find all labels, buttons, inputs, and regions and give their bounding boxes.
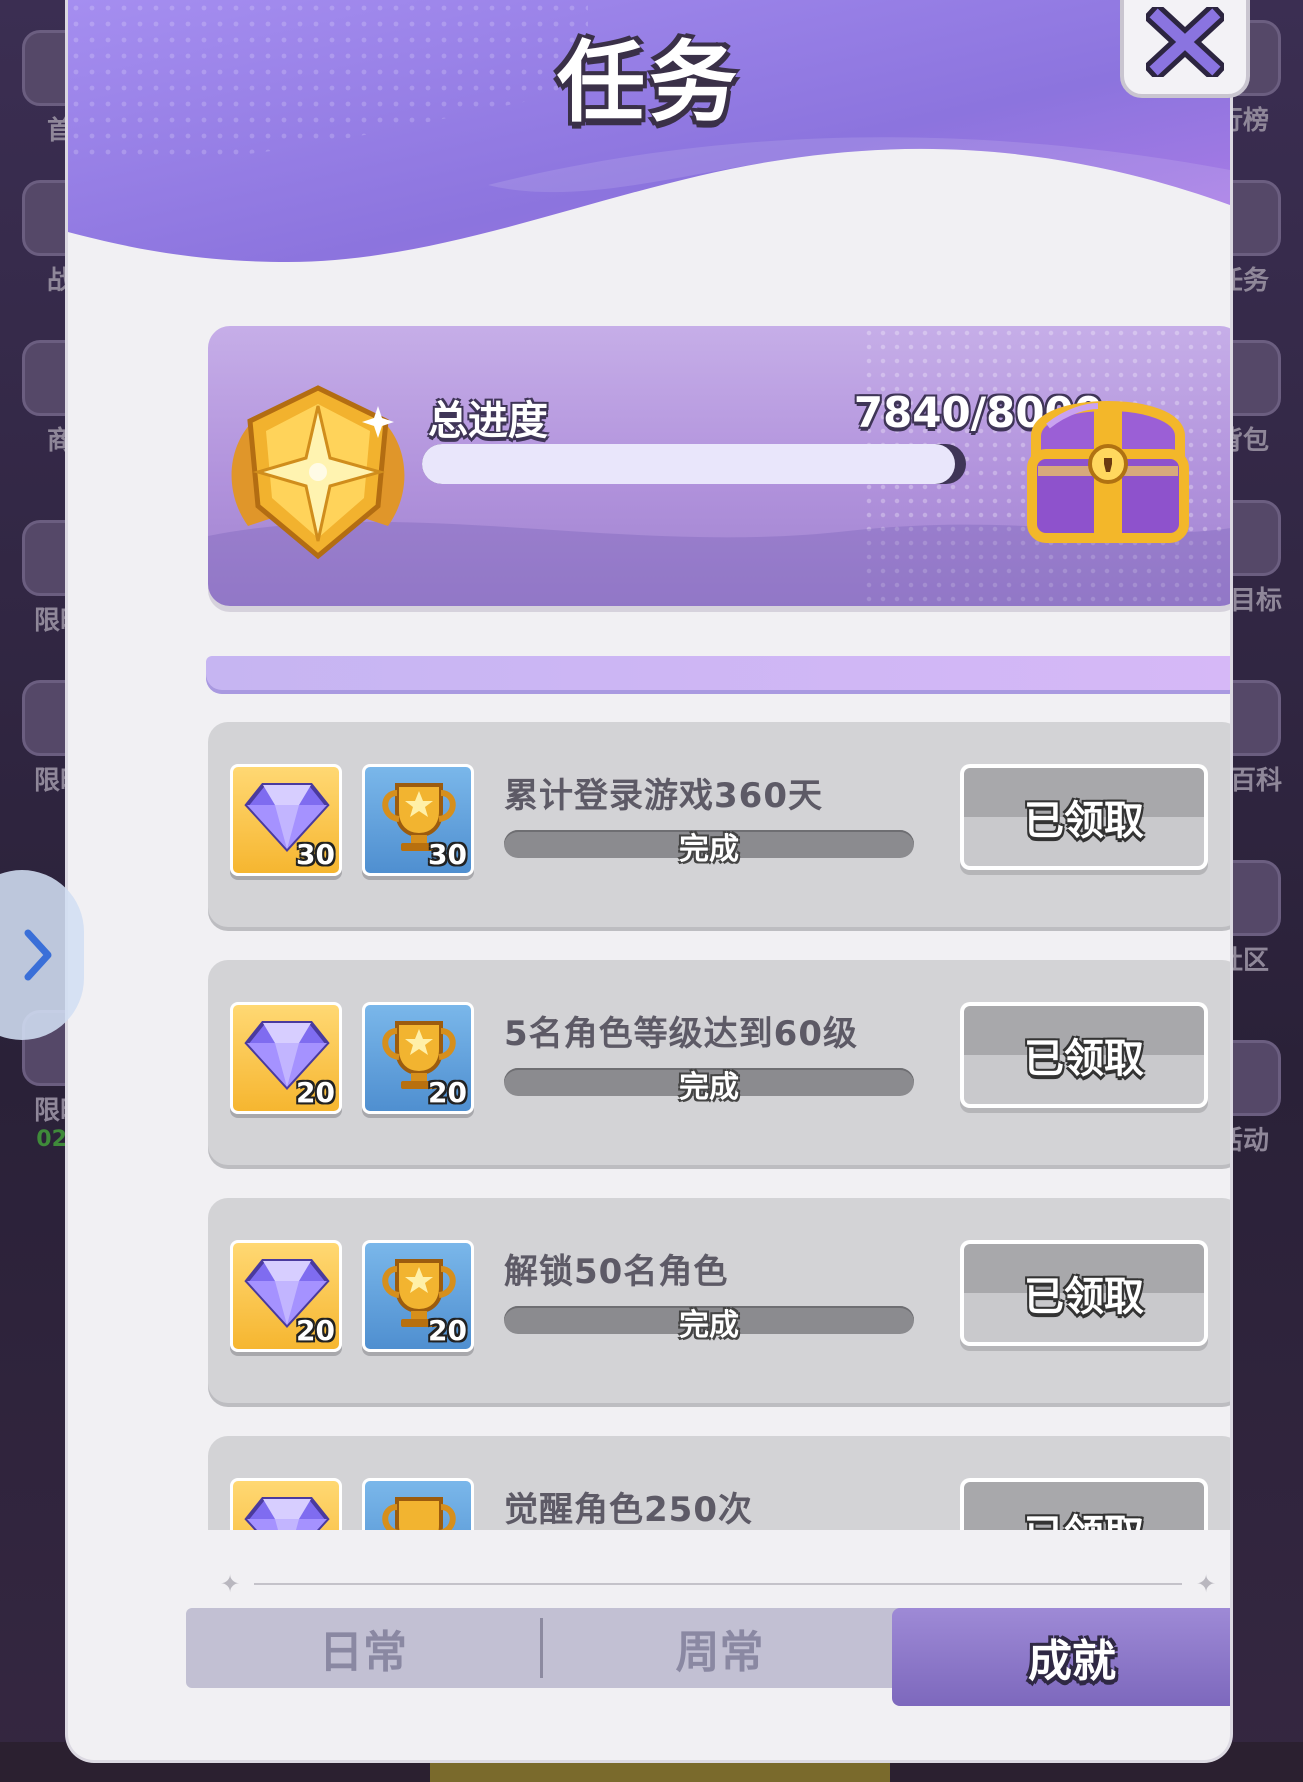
- task-title: 5名角色等级达到60级: [504, 1014, 858, 1054]
- chevron-right-icon: [24, 929, 52, 981]
- gold-emblem-icon: [231, 385, 405, 560]
- trophy-icon: [382, 1497, 456, 1530]
- task-title: 觉醒角色250次: [504, 1490, 753, 1530]
- side-panel-toggle[interactable]: [0, 870, 84, 1040]
- trophy-count: 30: [428, 838, 467, 871]
- trophy-reward[interactable]: 20: [362, 1478, 474, 1530]
- gem-count: 20: [296, 1076, 335, 1109]
- tab-bar: 日常 周常 成就: [186, 1608, 1230, 1708]
- task-row: 20 20 解锁50名角色 完成 已领取: [208, 1198, 1230, 1403]
- trophy-reward[interactable]: 20: [362, 1240, 474, 1352]
- gem-reward[interactable]: 20: [230, 1478, 342, 1530]
- claimed-button[interactable]: 已领取: [960, 1002, 1208, 1108]
- sparkle-icon: ✦: [219, 1570, 241, 1598]
- claimed-button-label: 已领取: [964, 1482, 1204, 1530]
- divider-line: [254, 1583, 1182, 1585]
- tab-achievements[interactable]: 成就: [892, 1608, 1230, 1706]
- list-header-strip: [206, 656, 1230, 694]
- task-progress-bar: 完成: [504, 1068, 914, 1105]
- task-title: 累计登录游戏360天: [504, 776, 823, 816]
- gem-count: 30: [296, 838, 335, 871]
- tab-weekly[interactable]: 周常: [543, 1608, 896, 1688]
- trophy-reward[interactable]: 30: [362, 764, 474, 876]
- tab-divider: ✦ ✦: [218, 1572, 1218, 1596]
- trophy-count: 20: [428, 1076, 467, 1109]
- gem-count: 20: [296, 1314, 335, 1347]
- treasure-chest-icon[interactable]: [1008, 366, 1208, 566]
- task-progress-bar: 完成: [504, 1306, 914, 1343]
- close-button[interactable]: [1120, 0, 1250, 98]
- task-row: 30 30 累计登录游戏360天 完成 已领取: [208, 722, 1230, 927]
- total-progress-label: 总进度: [428, 398, 548, 444]
- claimed-button-label: 已领取: [964, 1244, 1204, 1342]
- total-progress-bar: [422, 444, 966, 484]
- gem-reward[interactable]: 20: [230, 1002, 342, 1114]
- total-progress-fill: [422, 444, 956, 484]
- task-status: 完成: [679, 832, 739, 867]
- claimed-button[interactable]: 已领取: [960, 1240, 1208, 1346]
- tab-daily[interactable]: 日常: [186, 1608, 540, 1688]
- claimed-button-label: 已领取: [964, 768, 1204, 866]
- task-row: 20 20 觉醒角色250次 完成 已领取: [208, 1436, 1230, 1530]
- claimed-button[interactable]: 已领取: [960, 1478, 1208, 1530]
- trophy-reward[interactable]: 20: [362, 1002, 474, 1114]
- page-title: 任务: [556, 31, 741, 134]
- gem-reward[interactable]: 20: [230, 1240, 342, 1352]
- background-bottom-button: [430, 1762, 890, 1782]
- modal-header: 任务: [68, 0, 1230, 270]
- total-progress-card: 总进度 7840/8000: [208, 326, 1230, 606]
- claimed-button[interactable]: 已领取: [960, 764, 1208, 870]
- task-status: 完成: [679, 1070, 739, 1105]
- task-row: 20 20 5名角色等级达到60级 完成 已领取: [208, 960, 1230, 1165]
- close-icon: [1146, 7, 1224, 77]
- trophy-count: 20: [428, 1314, 467, 1347]
- sparkle-icon: ✦: [1195, 1570, 1217, 1598]
- gem-reward[interactable]: 30: [230, 764, 342, 876]
- claimed-button-label: 已领取: [964, 1006, 1204, 1104]
- task-modal: 任务 总进度 7840/8000 30 30 累计登录游戏360天 完成 已领取…: [68, 0, 1230, 1760]
- task-progress-bar: 完成: [504, 830, 914, 867]
- diamond-icon: [244, 1497, 330, 1530]
- task-status: 完成: [679, 1308, 739, 1343]
- task-title: 解锁50名角色: [504, 1252, 729, 1292]
- task-list[interactable]: 30 30 累计登录游戏360天 完成 已领取 20 20 5名角色等级达到60…: [206, 722, 1230, 1530]
